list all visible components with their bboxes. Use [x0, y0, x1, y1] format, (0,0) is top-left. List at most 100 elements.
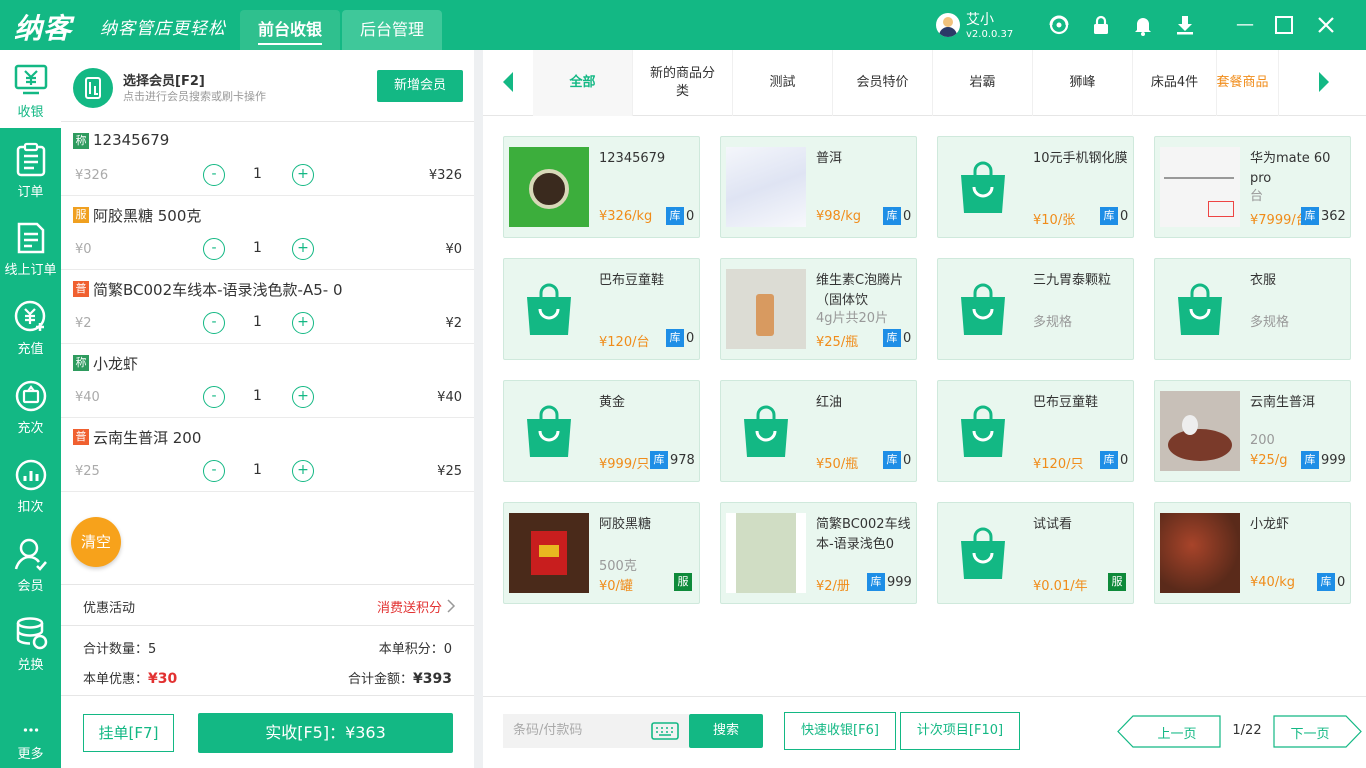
qty-plus-button[interactable]: + — [292, 312, 314, 334]
cart-item[interactable]: 普简繁BC002车线本-语录浅色款-A5- 0 ¥2 - 1 + ¥2 — [61, 270, 474, 344]
qty-minus-button[interactable]: - — [203, 312, 225, 334]
next-page-label[interactable]: 下一页 — [1273, 723, 1347, 742]
prev-page-label[interactable]: 上一页 — [1133, 723, 1221, 742]
pay-button[interactable]: 实收[F5]：¥363 — [198, 713, 453, 753]
add-member-button[interactable]: 新增会员 — [377, 70, 463, 102]
sidebar-item-exchange[interactable]: 兑换 — [0, 603, 61, 681]
item-qty[interactable]: 1 — [253, 462, 262, 478]
product-card[interactable]: 维生素C泡腾片（固体饮 4g片共20片 ¥25/瓶 库 0 — [720, 258, 917, 360]
sidebar-item-member[interactable]: 会员 — [0, 524, 61, 602]
lock-icon[interactable] — [1089, 13, 1113, 37]
product-card[interactable]: 华为mate 60 pro 台 ¥7999/台库 362 — [1154, 136, 1351, 238]
category-tab[interactable]: 岩霸 — [933, 50, 1033, 116]
sidebar-item-recharge[interactable]: 充值 — [0, 287, 61, 365]
close-icon[interactable] — [1316, 15, 1336, 35]
hold-order-button[interactable]: 挂单[F7] — [83, 714, 174, 752]
category-tab[interactable]: 会员特价 — [833, 50, 933, 116]
sidebar-item-recharge-times[interactable]: 充次 — [0, 366, 61, 444]
cart-item[interactable]: 称小龙虾 ¥40 - 1 + ¥40 — [61, 344, 474, 418]
qty-minus-button[interactable]: - — [203, 460, 225, 482]
category-tab[interactable]: 床品4件 — [1133, 50, 1217, 116]
product-card[interactable]: 普洱 ¥98/kg 库 0 — [720, 136, 917, 238]
tab-front-cashier[interactable]: 前台收银 — [240, 10, 340, 50]
avatar[interactable] — [936, 13, 960, 37]
item-type-tag: 普 — [73, 281, 89, 297]
item-qty[interactable]: 1 — [253, 240, 262, 256]
chevron-right-icon — [447, 599, 456, 613]
product-name: 试试看 — [1033, 517, 1073, 532]
product-name: 三九胃泰颗粒 — [1033, 273, 1112, 288]
qty-plus-button[interactable]: + — [292, 460, 314, 482]
product-card[interactable]: 简繁BC002车线本-语录浅色0 ¥2/册 库 999 — [720, 502, 917, 604]
download-icon[interactable] — [1173, 13, 1197, 37]
stock-badge: 库 — [883, 207, 901, 225]
product-stock: 362 — [1321, 209, 1346, 224]
item-total: ¥0 — [445, 242, 462, 257]
clear-cart-button[interactable]: 清空 — [71, 517, 121, 567]
product-spec: 台 — [1250, 189, 1264, 204]
product-stock: 0 — [903, 453, 912, 468]
product-card[interactable]: 巴布豆童鞋 ¥120/台 库 0 — [503, 258, 700, 360]
item-qty[interactable]: 1 — [253, 166, 262, 182]
product-card[interactable]: 黄金 ¥999/只库 978 — [503, 380, 700, 482]
bell-icon[interactable] — [1131, 13, 1155, 37]
support-icon[interactable] — [1047, 13, 1071, 37]
product-name: 云南生普洱 — [1250, 395, 1316, 410]
category-tab[interactable]: 狮峰 — [1033, 50, 1133, 116]
qty-minus-button[interactable]: - — [203, 238, 225, 260]
category-tab[interactable]: 套餐商品 — [1207, 50, 1279, 116]
product-name: 10元手机钢化膜 — [1033, 151, 1128, 166]
product-price: ¥10/张 — [1033, 213, 1076, 228]
member-select[interactable]: 选择会员[F2] 点击进行会员搜索或刷卡操作 新增会员 — [61, 50, 474, 122]
cart-item[interactable]: 服阿胶黑糖 500克 ¥0 - 1 + ¥0 — [61, 196, 474, 270]
promo-row[interactable]: 优惠活动 消费送积分 — [61, 584, 474, 626]
keyboard-icon[interactable] — [651, 722, 679, 740]
stock-badge: 服 — [1108, 573, 1126, 591]
qty-minus-button[interactable]: - — [203, 164, 225, 186]
product-stock: 999 — [887, 575, 912, 590]
product-price: ¥120/台 — [599, 335, 650, 350]
product-card[interactable]: 试试看 ¥0.01/年 服 — [937, 502, 1134, 604]
product-card[interactable]: 10元手机钢化膜 ¥10/张 库 0 — [937, 136, 1134, 238]
qty-plus-button[interactable]: + — [292, 164, 314, 186]
product-card[interactable]: 衣服 多规格 — [1154, 258, 1351, 360]
sidebar-item-more[interactable]: 更多 — [0, 690, 61, 768]
product-card[interactable]: 红油 ¥50/瓶 库 0 — [720, 380, 917, 482]
user-name[interactable]: 艾小 — [966, 9, 994, 29]
product-card[interactable]: 小龙虾 ¥40/kg 库 0 — [1154, 502, 1351, 604]
product-card[interactable]: 12345679 ¥326/kg 库 0 — [503, 136, 700, 238]
qty-minus-button[interactable]: - — [203, 386, 225, 408]
maximize-icon[interactable] — [1274, 15, 1294, 35]
item-price: ¥25 — [75, 464, 100, 479]
category-next-icon[interactable] — [1319, 72, 1329, 92]
item-qty[interactable]: 1 — [253, 314, 262, 330]
qty-plus-button[interactable]: + — [292, 238, 314, 260]
count-items-button[interactable]: 计次项目[F10] — [900, 712, 1020, 750]
sidebar-item-deduct[interactable]: 扣次 — [0, 445, 61, 523]
category-tab[interactable]: 新的商品分类 — [633, 50, 733, 116]
search-button[interactable]: 搜索 — [689, 714, 763, 748]
product-card[interactable]: 巴布豆童鞋 ¥120/只 库 0 — [937, 380, 1134, 482]
quick-cashier-button[interactable]: 快速收银[F6] — [784, 712, 896, 750]
sidebar-item-order[interactable]: 订单 — [0, 130, 61, 208]
category-tabs: 全部 新的商品分类 测試 会员特价 岩霸 狮峰 床品4件 套餐商品 — [483, 50, 1366, 116]
item-qty[interactable]: 1 — [253, 388, 262, 404]
product-spec: 4g片共20片 — [816, 311, 889, 326]
product-price: ¥999/只 — [599, 457, 650, 472]
cart-item[interactable]: 称 12345679 ¥326 - 1 + ¥326 — [61, 122, 474, 196]
tab-back-management[interactable]: 后台管理 — [342, 10, 442, 50]
cart-item[interactable]: 普云南生普洱 200 ¥25 - 1 + ¥25 — [61, 418, 474, 492]
product-card[interactable]: 三九胃泰颗粒 多规格 — [937, 258, 1134, 360]
product-card[interactable]: 云南生普洱 200 ¥25/g 库 999 — [1154, 380, 1351, 482]
product-spec: 多规格 — [1250, 315, 1290, 330]
category-tab[interactable]: 全部 — [533, 50, 633, 116]
product-card[interactable]: 阿胶黑糖 500克 ¥0/罐 服 — [503, 502, 700, 604]
product-name: 红油 — [816, 395, 843, 410]
sidebar-item-cashier[interactable]: 收银 — [0, 50, 61, 128]
top-bar: 纳客 纳客管店更轻松 前台收银 后台管理 艾小 v2.0.0.37 — — [0, 0, 1366, 50]
category-prev-icon[interactable] — [503, 72, 513, 92]
qty-plus-button[interactable]: + — [292, 386, 314, 408]
minimize-icon[interactable]: — — [1232, 12, 1258, 38]
category-tab[interactable]: 测試 — [733, 50, 833, 116]
sidebar-item-online-order[interactable]: 线上订单 — [0, 208, 61, 286]
